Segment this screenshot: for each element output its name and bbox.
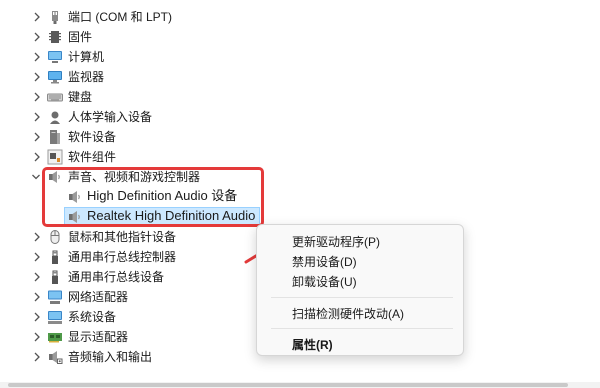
chevron-right-icon[interactable] (32, 270, 42, 284)
port-icon (47, 9, 63, 25)
chevron-right-icon[interactable] (32, 50, 42, 64)
tree-node-label: 音频输入和输出 (68, 350, 153, 364)
tree-node[interactable]: 软件组件 (0, 147, 600, 167)
menu-separator (271, 297, 453, 298)
usb-icon (47, 249, 63, 265)
system-device-icon (47, 309, 63, 325)
chevron-right-icon[interactable] (32, 250, 42, 264)
tree-node[interactable]: 软件设备 (0, 127, 600, 147)
menu-item-properties[interactable]: 属性(R) (292, 336, 333, 353)
menu-item-uninstall-device[interactable]: 卸载设备(U) (292, 273, 357, 290)
display-adapter-icon (47, 329, 63, 345)
tree-node[interactable]: 固件 (0, 27, 600, 47)
tree-node-label: 显示适配器 (68, 330, 129, 344)
mouse-icon (47, 229, 63, 245)
chevron-down-icon[interactable] (31, 170, 41, 184)
computer-icon (47, 49, 63, 65)
tree-node-label: 监视器 (68, 70, 105, 84)
tree-node[interactable]: 计算机 (0, 47, 600, 67)
tree-node-label: 人体学输入设备 (68, 110, 153, 124)
chevron-right-icon[interactable] (32, 70, 42, 84)
menu-item-update-driver[interactable]: 更新驱动程序(P) (292, 233, 380, 250)
chevron-right-icon[interactable] (32, 290, 42, 304)
firmware-icon (47, 29, 63, 45)
chevron-right-icon[interactable] (32, 150, 42, 164)
menu-item-disable-device[interactable]: 禁用设备(D) (292, 253, 357, 270)
chevron-right-icon[interactable] (32, 10, 42, 24)
software-component-icon (47, 149, 63, 165)
scrollbar-thumb[interactable] (8, 383, 568, 387)
monitor-icon (47, 69, 63, 85)
tree-node-label: 键盘 (68, 90, 93, 104)
tree-node-label: 鼠标和其他指针设备 (68, 230, 177, 244)
audio-io-icon (47, 349, 63, 365)
tree-node-label: 端口 (COM 和 LPT) (68, 10, 172, 24)
tree-node[interactable]: 端口 (COM 和 LPT) (0, 7, 600, 27)
chevron-right-icon[interactable] (32, 110, 42, 124)
context-menu: 更新驱动程序(P) 禁用设备(D) 卸载设备(U) 扫描检测硬件改动(A) 属性… (256, 224, 464, 356)
hid-icon (47, 109, 63, 125)
chevron-right-icon[interactable] (32, 350, 42, 364)
chevron-right-icon[interactable] (32, 230, 42, 244)
tree-node-label: 通用串行总线设备 (68, 270, 165, 284)
chevron-right-icon[interactable] (32, 30, 42, 44)
usb-icon (47, 269, 63, 285)
tree-node-label: 计算机 (68, 50, 105, 64)
tree-node[interactable]: 监视器 (0, 67, 600, 87)
tree-node-label: 软件设备 (68, 130, 117, 144)
software-device-icon (47, 129, 63, 145)
tree-node-label: 网络适配器 (68, 290, 129, 304)
tree-node[interactable]: 人体学输入设备 (0, 107, 600, 127)
chevron-right-icon[interactable] (32, 130, 42, 144)
chevron-right-icon[interactable] (32, 310, 42, 324)
menu-item-scan-hardware[interactable]: 扫描检测硬件改动(A) (292, 305, 404, 322)
tree-node-label: 通用串行总线控制器 (68, 250, 177, 264)
keyboard-icon (47, 89, 63, 105)
highlight-annotation-box (42, 167, 264, 227)
tree-node-label: 软件组件 (68, 150, 117, 164)
tree-node-label: 系统设备 (68, 310, 117, 324)
chevron-right-icon[interactable] (32, 330, 42, 344)
tree-node[interactable]: 键盘 (0, 87, 600, 107)
network-icon (47, 289, 63, 305)
chevron-right-icon[interactable] (32, 90, 42, 104)
horizontal-scrollbar[interactable] (0, 382, 600, 388)
tree-node-label: 固件 (68, 30, 93, 44)
menu-separator (271, 328, 453, 329)
